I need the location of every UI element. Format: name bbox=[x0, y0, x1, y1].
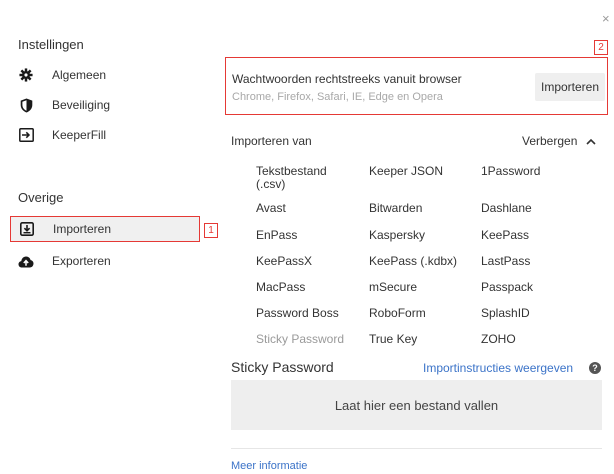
callout-badge-2: 2 bbox=[594, 40, 608, 55]
source-item[interactable]: KeePass (.kdbx) bbox=[369, 255, 457, 268]
source-item[interactable]: KeePassX bbox=[256, 255, 312, 268]
selected-source-title: Sticky Password bbox=[231, 359, 334, 375]
source-item[interactable]: Dashlane bbox=[481, 202, 532, 215]
import-from-label: Importeren van bbox=[231, 134, 312, 148]
hide-label: Verbergen bbox=[522, 134, 578, 148]
import-instructions-link[interactable]: Importinstructies weergeven bbox=[423, 361, 573, 375]
source-item[interactable]: Passpack bbox=[481, 281, 533, 294]
source-item[interactable]: mSecure bbox=[369, 281, 417, 294]
keeperfill-icon bbox=[18, 127, 34, 143]
source-item[interactable]: Avast bbox=[256, 202, 286, 215]
shield-icon bbox=[18, 97, 34, 113]
sidebar-item-exporteren[interactable]: Exporteren bbox=[18, 250, 198, 272]
source-item[interactable]: Bitwarden bbox=[369, 202, 422, 215]
settings-section-title: Instellingen bbox=[18, 37, 84, 52]
source-item[interactable]: RoboForm bbox=[369, 307, 426, 320]
source-item[interactable]: SplashID bbox=[481, 307, 530, 320]
callout-badge-1: 1 bbox=[204, 223, 218, 238]
source-item-selected[interactable]: Sticky Password bbox=[256, 333, 344, 346]
source-item[interactable]: EnPass bbox=[256, 229, 297, 242]
sidebar-item-label: Importeren bbox=[53, 222, 112, 236]
hide-toggle[interactable]: Verbergen bbox=[522, 134, 596, 148]
divider bbox=[231, 448, 602, 449]
source-item[interactable]: 1Password bbox=[481, 165, 540, 178]
source-item[interactable]: MacPass bbox=[256, 281, 305, 294]
sidebar-item-keeperfill[interactable]: KeeperFill bbox=[18, 124, 198, 146]
sidebar-item-beveiliging[interactable]: Beveiliging bbox=[18, 94, 198, 116]
source-item[interactable]: Tekstbestand (.csv) bbox=[256, 165, 346, 191]
source-item[interactable]: ZOHO bbox=[481, 333, 516, 346]
source-item[interactable]: Kaspersky bbox=[369, 229, 425, 242]
source-item[interactable]: True Key bbox=[369, 333, 417, 346]
source-item[interactable]: Password Boss bbox=[256, 307, 339, 320]
browser-import-subtitle: Chrome, Firefox, Safari, IE, Edge en Ope… bbox=[232, 91, 443, 103]
browser-import-panel: Wachtwoorden rechtstreeks vanuit browser… bbox=[225, 57, 608, 115]
sidebar-item-importeren[interactable]: Importeren bbox=[10, 216, 200, 242]
source-item[interactable]: LastPass bbox=[481, 255, 530, 268]
sidebar-item-algemeen[interactable]: Algemeen bbox=[18, 64, 198, 86]
file-dropzone[interactable]: Laat hier een bestand vallen bbox=[231, 380, 602, 430]
help-icon[interactable]: ? bbox=[589, 362, 601, 374]
import-icon bbox=[19, 221, 35, 237]
sidebar-item-label: Exporteren bbox=[52, 254, 111, 268]
sidebar-item-label: Algemeen bbox=[52, 68, 107, 82]
other-section-title: Overige bbox=[18, 190, 64, 205]
browser-import-title: Wachtwoorden rechtstreeks vanuit browser bbox=[232, 72, 462, 86]
close-icon[interactable]: × bbox=[602, 12, 610, 25]
browser-import-button[interactable]: Importeren bbox=[535, 73, 605, 101]
sidebar-item-label: Beveiliging bbox=[52, 98, 111, 112]
gear-icon bbox=[18, 67, 34, 83]
cloud-upload-icon bbox=[18, 253, 34, 269]
sidebar-item-label: KeeperFill bbox=[52, 128, 107, 142]
more-info-link[interactable]: Meer informatie bbox=[231, 460, 307, 472]
source-item[interactable]: KeePass bbox=[481, 229, 529, 242]
chevron-up-icon bbox=[586, 138, 596, 145]
source-item[interactable]: Keeper JSON bbox=[369, 165, 443, 178]
